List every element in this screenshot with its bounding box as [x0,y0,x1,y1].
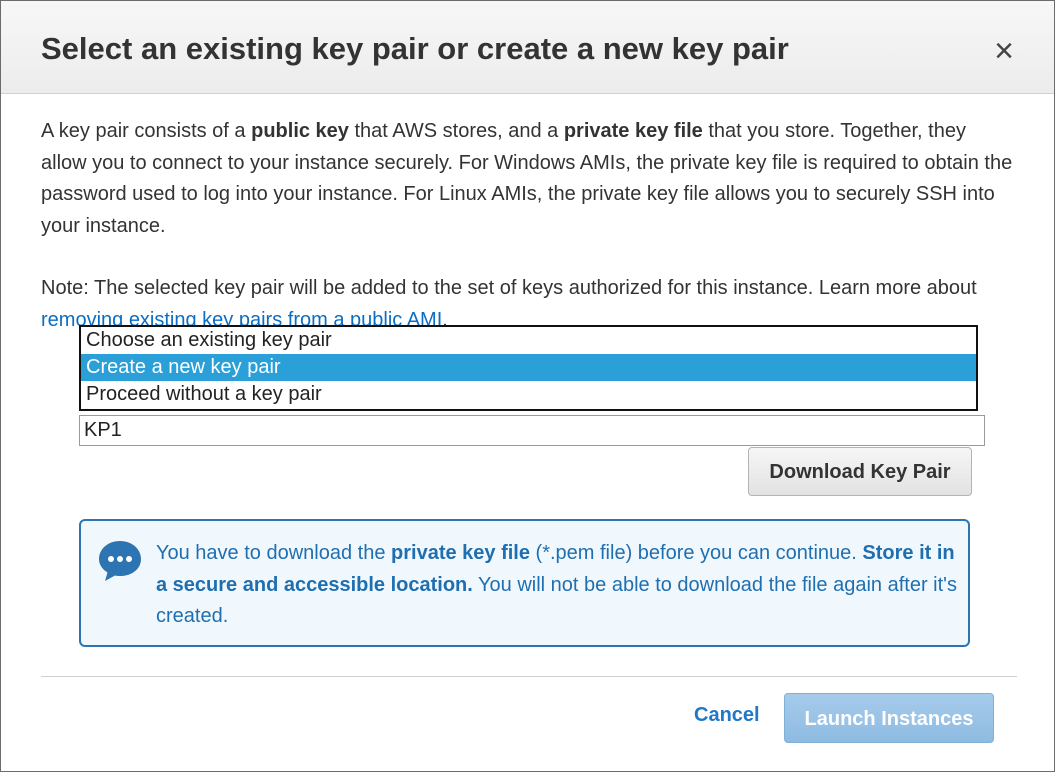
intro-text-1: A key pair consists of a [41,120,252,142]
option-create-new[interactable]: Create a new key pair [81,354,976,381]
info-alert: You have to download the private key fil… [79,519,970,647]
intro-paragraph: A key pair consists of a public key that… [41,116,1016,242]
download-key-pair-button[interactable]: Download Key Pair [748,447,972,496]
close-icon[interactable]: × [994,31,1014,71]
speech-bubble-icon [99,541,141,581]
intro-text-2: that AWS stores, and a [348,120,564,142]
option-proceed-without[interactable]: Proceed without a key pair [81,381,976,408]
launch-instances-button[interactable]: Launch Instances [784,693,994,743]
info-message: You have to download the private key fil… [156,538,966,633]
key-pair-dialog: Select an existing key pair or create a … [0,0,1055,772]
info-text-1: You have to download the [156,542,392,564]
footer-divider [41,676,1017,677]
intro-bold-private-key: private key file [563,120,703,142]
note-text: Note: The selected key pair will be adde… [41,277,977,299]
intro-bold-public-key: public key [251,120,349,142]
cancel-button[interactable]: Cancel [694,704,760,727]
key-pair-option-list[interactable]: Choose an existing key pair Create a new… [79,325,978,411]
dialog-header: Select an existing key pair or create a … [1,1,1054,94]
info-text-2: (*.pem file) before you can continue. [529,542,863,564]
dialog-title: Select an existing key pair or create a … [41,31,789,66]
info-bold-private-key: private key file [391,542,530,564]
option-choose-existing[interactable]: Choose an existing key pair [81,327,976,354]
key-pair-name-input[interactable] [79,415,985,446]
